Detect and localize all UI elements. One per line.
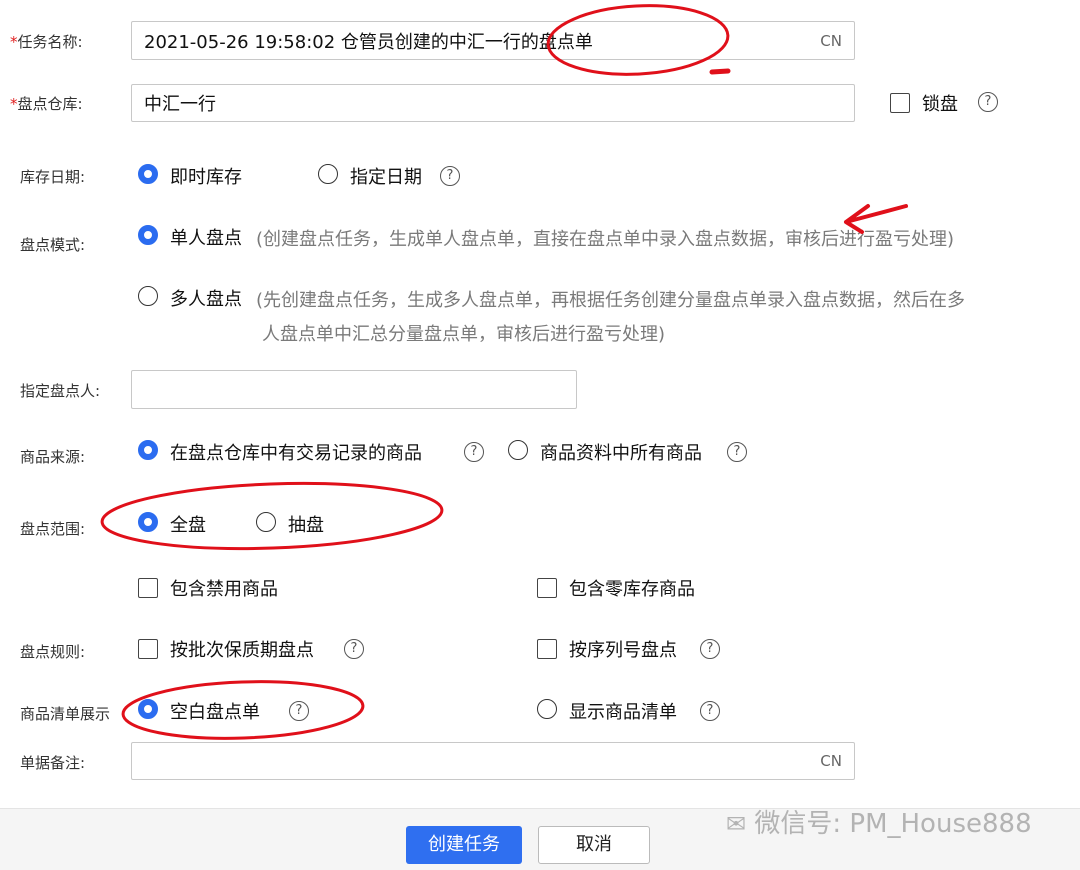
display-list-label: 显示商品清单 — [569, 702, 677, 723]
remark-input[interactable]: CN — [131, 742, 855, 780]
scope-sample-radio[interactable] — [256, 512, 276, 532]
scope-full-radio[interactable] — [138, 512, 158, 532]
mode-label: 盘点模式: — [20, 236, 86, 254]
source-all-radio[interactable] — [508, 440, 528, 460]
display-blank-label: 空白盘点单 — [170, 702, 260, 723]
wechat-icon: ✉ — [726, 810, 747, 838]
task-name-input[interactable]: 2021-05-26 19:58:02 仓管员创建的中汇一行的盘点单 CN — [131, 21, 855, 60]
rule-batch-help-icon[interactable]: ? — [344, 639, 364, 659]
warehouse-label: *盘点仓库: — [10, 95, 83, 113]
rule-batch-checkbox[interactable] — [138, 639, 158, 659]
source-traded-radio[interactable] — [138, 440, 158, 460]
mode-single-radio[interactable] — [138, 225, 158, 245]
include-disabled-checkbox[interactable] — [138, 578, 158, 598]
lock-label: 锁盘 — [922, 94, 958, 115]
source-traded-label: 在盘点仓库中有交易记录的商品 — [170, 443, 422, 464]
stock-date-specified-label: 指定日期 — [350, 167, 422, 188]
stock-date-label: 库存日期: — [20, 168, 86, 186]
rule-batch-label: 按批次保质期盘点 — [170, 640, 314, 661]
rule-serial-label: 按序列号盘点 — [569, 640, 677, 661]
counter-label: 指定盘点人: — [20, 382, 101, 400]
mode-multi-hint-line2: 人盘点单中汇总分量盘点单，审核后进行盈亏处理) — [262, 324, 666, 345]
display-blank-help-icon[interactable]: ? — [289, 701, 309, 721]
mode-multi-radio[interactable] — [138, 286, 158, 306]
include-disabled-label: 包含禁用商品 — [170, 579, 278, 600]
source-label: 商品来源: — [20, 448, 86, 466]
annotation-overlay — [100, 4, 908, 740]
include-zero-stock-label: 包含零库存商品 — [569, 579, 695, 600]
display-list-radio[interactable] — [537, 699, 557, 719]
display-label: 商品清单展示 — [20, 705, 111, 723]
source-traded-help-icon[interactable]: ? — [464, 442, 484, 462]
mode-multi-label: 多人盘点 — [170, 289, 242, 310]
remark-lang-badge: CN — [820, 752, 842, 770]
source-all-label: 商品资料中所有商品 — [540, 443, 702, 464]
stock-date-realtime-label: 即时库存 — [170, 167, 242, 188]
mode-single-label: 单人盘点 — [170, 228, 242, 249]
remark-label: 单据备注: — [20, 754, 86, 772]
cancel-button[interactable]: 取消 — [538, 826, 650, 864]
scope-label: 盘点范围: — [20, 520, 86, 538]
stock-date-specified-radio[interactable] — [318, 164, 338, 184]
source-all-help-icon[interactable]: ? — [727, 442, 747, 462]
mode-single-hint: (创建盘点任务，生成单人盘点单，直接在盘点单中录入盘点数据，审核后进行盈亏处理) — [256, 229, 955, 250]
warehouse-select[interactable]: 中汇一行 — [131, 84, 855, 122]
lock-checkbox[interactable] — [890, 93, 910, 113]
display-blank-radio[interactable] — [138, 699, 158, 719]
display-list-help-icon[interactable]: ? — [700, 701, 720, 721]
stock-date-help-icon[interactable]: ? — [440, 166, 460, 186]
rule-serial-checkbox[interactable] — [537, 639, 557, 659]
wechat-watermark: ✉ 微信号: PM_House888 — [726, 803, 1032, 840]
lock-help-icon[interactable]: ? — [978, 92, 998, 112]
counter-input[interactable] — [131, 370, 577, 409]
task-name-value: 2021-05-26 19:58:02 仓管员创建的中汇一行的盘点单 — [144, 31, 593, 53]
stock-date-realtime-radio[interactable] — [138, 164, 158, 184]
annotation-dash — [709, 68, 731, 75]
scope-sample-label: 抽盘 — [288, 515, 324, 536]
create-task-button[interactable]: 创建任务 — [406, 826, 522, 864]
rule-serial-help-icon[interactable]: ? — [700, 639, 720, 659]
include-zero-stock-checkbox[interactable] — [537, 578, 557, 598]
task-name-lang-badge: CN — [820, 31, 842, 50]
warehouse-value: 中汇一行 — [144, 94, 216, 115]
rules-label: 盘点规则: — [20, 643, 86, 661]
mode-multi-hint-line1: (先创建盘点任务，生成多人盘点单，再根据任务创建分量盘点单录入盘点数据，然后在多 — [256, 290, 966, 311]
scope-full-label: 全盘 — [170, 515, 206, 536]
task-name-label: *任务名称: — [10, 33, 83, 51]
watermark-text: 微信号: PM_House888 — [754, 809, 1032, 839]
